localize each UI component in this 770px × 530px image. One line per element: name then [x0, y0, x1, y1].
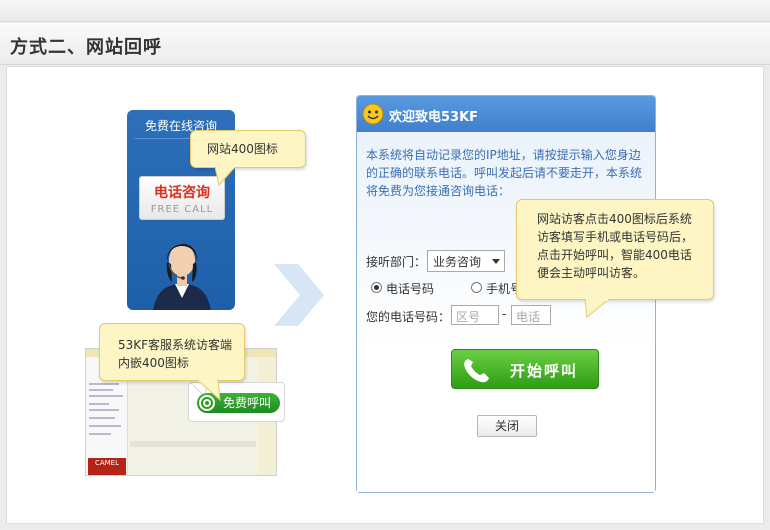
phone-label: 您的电话号码： — [366, 310, 451, 324]
smiley-icon — [362, 103, 384, 125]
phone-row: 您的电话号码： 区号 - 电话号码 — [366, 305, 566, 325]
phone-icon — [464, 359, 489, 383]
callout-web400-text: 网站400图标 — [207, 142, 278, 156]
dialog-header: 欢迎致电53KF — [357, 96, 655, 132]
area-code-input[interactable]: 区号 — [451, 305, 499, 325]
top-bar — [0, 0, 770, 22]
camel-logo: CAMEL — [88, 458, 126, 475]
callout-tail — [584, 299, 610, 318]
dept-select-value: 业务咨询 — [433, 255, 482, 269]
agent-avatar-icon — [153, 243, 211, 310]
radio-mobile-dot[interactable] — [471, 282, 482, 293]
callout-instructions: 网站访客点击400图标后系统访客填写手机或电话号码后，点击开始呼叫，智能400电… — [516, 199, 714, 318]
flow-arrow-icon — [274, 264, 324, 326]
dept-label: 接听部门： — [366, 255, 427, 269]
page-title: 方式二、网站回呼 — [10, 37, 162, 58]
free-call-label: 免费呼叫 — [223, 396, 272, 410]
free-call-label: FREE CALL — [150, 204, 214, 215]
callout-tail — [214, 167, 236, 187]
close-button[interactable]: 关闭 — [477, 415, 537, 437]
dialog-intro-text: 本系统将自动记录您的IP地址，请按提示输入您身边的正确的联系电话。呼叫发起后请不… — [366, 148, 643, 198]
section-header: 方式二、网站回呼 — [0, 23, 770, 65]
radio-phone-dot[interactable] — [371, 282, 382, 293]
phone-number-input[interactable]: 电话号码 — [511, 305, 551, 325]
radio-phone-label: 电话号码 — [386, 282, 435, 296]
callout-web400: 网站400图标 — [190, 130, 306, 187]
start-call-button[interactable]: 开始呼叫 — [451, 349, 599, 389]
dept-select[interactable]: 业务咨询 — [427, 250, 505, 272]
callout-client400-text: 53KF客服系统访客端内嵌400图标 — [118, 338, 233, 370]
callout-tail — [197, 380, 221, 402]
camel-logo-text: CAMEL — [94, 459, 120, 467]
radio-phone[interactable]: 电话号码 — [371, 280, 451, 296]
callout-instructions-text: 网站访客点击400图标后系统访客填写手机或电话号码后，点击开始呼叫，智能400电… — [537, 212, 694, 280]
phone-consult-label: 电话咨询 — [154, 185, 210, 201]
start-call-label: 开始呼叫 — [510, 362, 579, 380]
callout-client400: 53KF客服系统访客端内嵌400图标 — [99, 323, 245, 402]
chevron-down-icon — [492, 259, 500, 264]
phone-dash: - — [502, 307, 507, 321]
dialog-title: 欢迎致电53KF — [389, 110, 479, 125]
chat-toolbar — [130, 441, 256, 447]
